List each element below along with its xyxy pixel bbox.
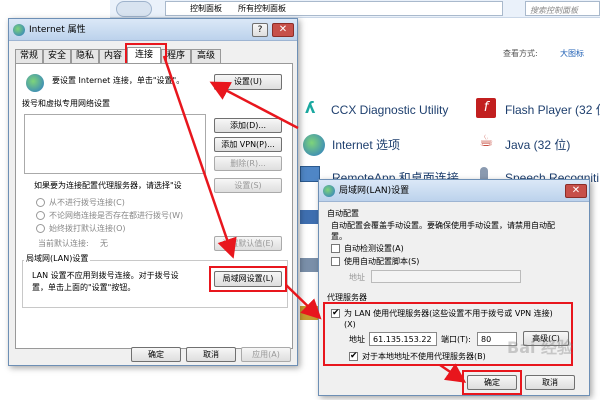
arrow-to-setup-button [209,81,299,130]
arrow-to-lan-settings [162,55,237,259]
arrow-to-ok-button [439,363,467,383]
arrow-to-lan-dialog [285,284,322,320]
annotation-arrows [162,55,467,383]
